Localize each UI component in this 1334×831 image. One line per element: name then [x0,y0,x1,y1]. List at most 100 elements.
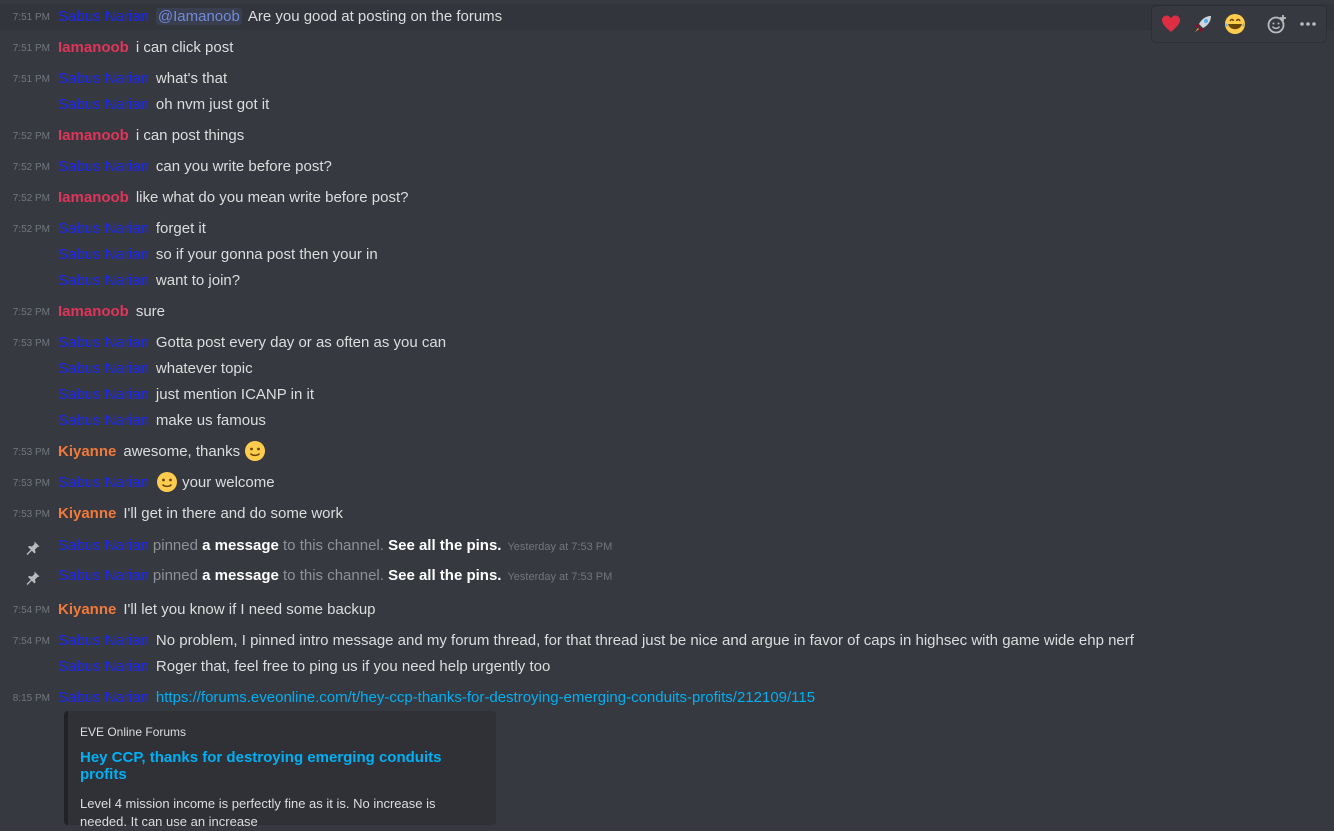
message-timestamp: 7:52 PM [12,307,50,318]
message-text: Gotta post every day or as often as you … [155,334,447,351]
chat-message[interactable]: 8:15 PM Sabus Narian https://forums.eveonl… [0,685,1334,711]
pinned-message-link[interactable]: a message [202,567,279,584]
message-timestamp: 7:51 PM [12,74,50,85]
add-reaction-icon[interactable] [1266,13,1288,35]
message-action-bar [1152,6,1326,42]
message-timestamp: 7:52 PM [12,193,50,204]
message-author[interactable]: Iamanoob [58,39,129,56]
message-author[interactable]: Sabus Narian [58,537,149,554]
message-timestamp: 7:53 PM [12,509,50,520]
message-timestamp: 7:53 PM [12,447,50,458]
chat-message[interactable]: 7:52 PM Iamanoob i can post things [0,123,1334,149]
chat-message[interactable]: 7:52 PM Sabus Narian forget it [0,216,1334,242]
pin-icon [25,539,41,555]
message-author[interactable]: Sabus Narian [58,567,149,584]
message-author[interactable]: Sabus Narian [58,386,149,403]
message-author[interactable]: Kiyanne [58,601,116,618]
message-text: forget it [155,220,206,237]
chat-message[interactable]: Sabus Narian so if your gonna post then y… [0,242,1334,268]
message-author[interactable]: Sabus Narian [58,360,149,377]
chat-message-list: 7:51 PM Sabus Narian @Iamanoob Are you good… [0,0,1334,827]
joy-icon[interactable] [1224,13,1246,35]
message-author[interactable]: Kiyanne [58,505,116,522]
message-author[interactable]: Sabus Narian [58,689,149,706]
link-embed: EVE Online Forums Hey CCP, thanks for de… [64,711,496,829]
message-text: Roger that, feel free to ping us if you … [155,658,551,675]
message-author[interactable]: Sabus Narian [58,220,149,237]
message-text: I'll get in there and do some work [123,505,344,522]
chat-message[interactable]: 7:54 PM Sabus Narian No problem, I pinned … [0,628,1334,654]
message-author[interactable]: Iamanoob [58,303,129,320]
chat-message[interactable]: 7:54 PM Kiyanne I'll let you know if I nee… [0,597,1334,623]
message-author[interactable]: Sabus Narian [58,658,149,675]
chat-message[interactable]: 7:52 PM Iamanoob like what do you mean wri… [0,185,1334,211]
system-pin-message[interactable]: Sabus Narian pinned a message to this cha… [0,563,1334,589]
pin-icon [25,569,41,585]
message-link[interactable]: https://forums.eveonline.com/t/hey-ccp-t… [156,689,815,706]
message-author[interactable]: Sabus Narian [58,8,149,25]
message-author[interactable]: Sabus Narian [58,158,149,175]
message-text: awesome, thanks [123,443,241,460]
embed-description: Level 4 mission income is perfectly fine… [80,796,436,829]
message-text: like what do you mean write before post? [135,189,409,206]
more-options-icon[interactable] [1297,13,1319,35]
chat-message[interactable]: 7:51 PM Sabus Narian what's that [0,66,1334,92]
message-timestamp: Yesterday at 7:53 PM [507,571,613,583]
message-author[interactable]: Sabus Narian [58,246,149,263]
heart-icon[interactable] [1160,13,1182,35]
message-author[interactable]: Sabus Narian [58,632,149,649]
see-all-pins-link[interactable]: See all the pins. [388,567,501,584]
message-timestamp: 7:51 PM [12,43,50,54]
chat-message[interactable]: 7:52 PM Iamanoob sure [0,299,1334,325]
chat-message[interactable]: Sabus Narian want to join? [0,268,1334,294]
chat-message[interactable]: Sabus Narian make us famous [0,408,1334,434]
message-text: I'll let you know if I need some backup [123,601,376,618]
chat-message[interactable]: Sabus Narian just mention ICANP in it [0,382,1334,408]
message-text: just mention ICANP in it [155,386,315,403]
message-text: whatever topic [155,360,253,377]
user-mention[interactable]: @Iamanoob [155,8,242,25]
message-text: Are you good at posting on the forums [247,8,503,25]
message-timestamp: 7:51 PM [12,12,50,23]
message-text: want to join? [155,272,241,289]
rocket-icon[interactable] [1192,13,1214,35]
message-text: what's that [155,70,228,87]
chat-message[interactable]: Sabus Narian oh nvm just got it [0,92,1334,118]
message-author[interactable]: Iamanoob [58,189,129,206]
message-author[interactable]: Sabus Narian [58,474,149,491]
see-all-pins-link[interactable]: See all the pins. [388,537,501,554]
message-text: i can click post [135,39,234,56]
message-text: sure [135,303,166,320]
slight-smile-icon [156,472,178,492]
system-pin-message[interactable]: Sabus Narian pinned a message to this cha… [0,533,1334,559]
message-author[interactable]: Sabus Narian [58,334,149,351]
embed-provider[interactable]: EVE Online Forums [80,725,480,739]
message-timestamp: 7:52 PM [12,224,50,235]
message-author[interactable]: Sabus Narian [58,272,149,289]
message-text: make us famous [155,412,266,429]
chat-message[interactable]: 7:53 PM Sabus Narian Gotta post every day … [0,330,1334,356]
embed-title[interactable]: Hey CCP, thanks for destroying emerging … [80,749,480,783]
message-text: i can post things [135,127,245,144]
chat-message[interactable]: 7:53 PM Kiyanne I'll get in there and do s… [0,501,1334,527]
message-author[interactable]: Sabus Narian [58,70,149,87]
message-timestamp: 7:53 PM [12,478,50,489]
chat-message[interactable]: 7:53 PM Kiyanne awesome, thanks [0,439,1334,465]
system-text: to this channel. [283,567,384,584]
chat-message[interactable]: Sabus Narian Roger that, feel free to pin… [0,654,1334,680]
chat-message[interactable]: Sabus Narian whatever topic [0,356,1334,382]
chat-message[interactable]: 7:51 PM Sabus Narian @Iamanoob Are you good… [0,4,1334,30]
message-author[interactable]: Kiyanne [58,443,116,460]
message-timestamp: 7:54 PM [12,605,50,616]
message-author[interactable]: Sabus Narian [58,96,149,113]
message-text: so if your gonna post then your in [155,246,378,263]
chat-message[interactable]: 7:51 PM Iamanoob i can click post [0,35,1334,61]
message-timestamp: 7:53 PM [12,338,50,349]
message-author[interactable]: Iamanoob [58,127,129,144]
message-author[interactable]: Sabus Narian [58,412,149,429]
message-timestamp: 7:52 PM [12,131,50,142]
chat-message[interactable]: 7:53 PM Sabus Narian your welcome [0,470,1334,496]
chat-message[interactable]: 7:52 PM Sabus Narian can you write before … [0,154,1334,180]
pinned-message-link[interactable]: a message [202,537,279,554]
message-text: No problem, I pinned intro message and m… [155,632,1134,649]
